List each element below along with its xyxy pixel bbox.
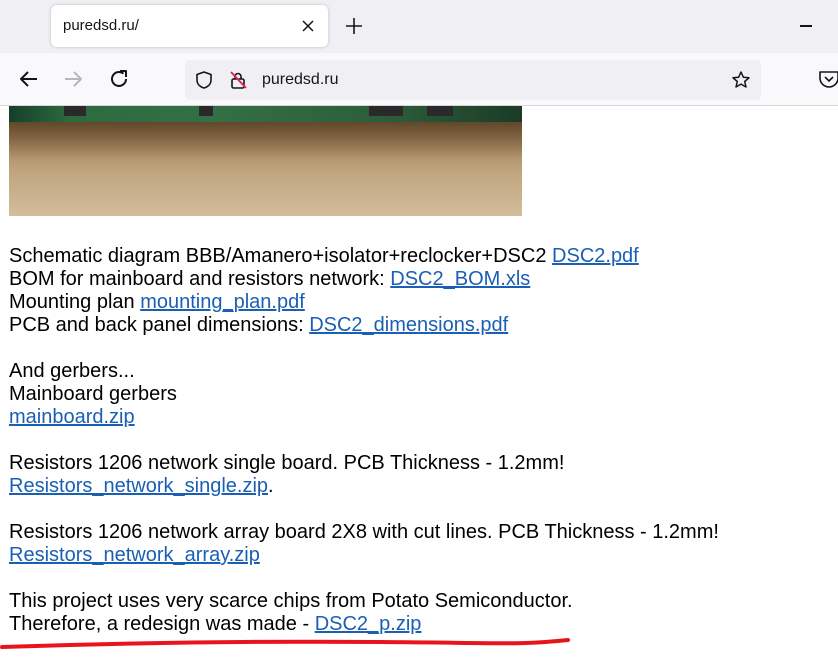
board-photo <box>9 106 522 216</box>
red-underline-annotation <box>0 638 570 649</box>
pcb-line: PCB and back panel dimensions: DSC2_dime… <box>9 314 719 337</box>
bom-link[interactable]: DSC2_BOM.xls <box>390 268 530 290</box>
shield-icon[interactable] <box>194 70 214 90</box>
bookmark-star-icon[interactable] <box>731 70 751 90</box>
forward-arrow-icon[interactable] <box>61 67 85 91</box>
schematic-line: Schematic diagram BBB/Amanero+isolator+r… <box>9 245 719 268</box>
single-board-text: Resistors 1206 network single board. PCB… <box>9 452 565 474</box>
insecure-lock-icon[interactable] <box>228 70 248 90</box>
pcb-text: PCB and back panel dimensions: <box>9 314 310 336</box>
array-board-text: Resistors 1206 network array board 2X8 w… <box>9 521 719 543</box>
single-board-line: Resistors_network_single.zip. <box>9 475 719 498</box>
bom-line: BOM for mainboard and resistors network:… <box>9 268 719 291</box>
new-tab-icon[interactable] <box>343 15 365 37</box>
component <box>64 106 86 116</box>
mainboard-gerbers-label: Mainboard gerbers <box>9 383 177 405</box>
gerbers-intro: And gerbers... <box>9 360 135 382</box>
single-board-suffix: . <box>268 475 274 497</box>
address-bar[interactable]: puredsd.ru <box>185 60 761 100</box>
potato-text: This project uses very scarce chips from… <box>9 590 573 612</box>
schematic-text: Schematic diagram BBB/Amanero+isolator+r… <box>9 245 553 267</box>
pocket-icon[interactable] <box>818 69 838 89</box>
mounting-text: Mounting plan <box>9 291 141 313</box>
mounting-link[interactable]: mounting_plan.pdf <box>140 291 305 313</box>
tab-title: puredsd.ru/ <box>63 17 139 34</box>
url-text[interactable]: puredsd.ru <box>262 71 339 89</box>
reload-icon[interactable] <box>107 67 131 91</box>
single-board-link[interactable]: Resistors_network_single.zip <box>9 475 268 497</box>
document-text: Schematic diagram BBB/Amanero+isolator+r… <box>9 245 719 636</box>
tab-strip: puredsd.ru/ <box>0 0 838 53</box>
array-board-link[interactable]: Resistors_network_array.zip <box>9 544 260 566</box>
mainboard-link[interactable]: mainboard.zip <box>9 406 135 428</box>
component <box>427 106 453 116</box>
minimize-window-icon[interactable] <box>800 25 812 27</box>
pcb-dimensions-link[interactable]: DSC2_dimensions.pdf <box>309 314 508 336</box>
back-arrow-icon[interactable] <box>17 67 41 91</box>
component <box>369 106 403 116</box>
close-tab-icon[interactable] <box>301 19 315 33</box>
bom-text: BOM for mainboard and resistors network: <box>9 268 391 290</box>
mainboard-line: mainboard.zip <box>9 406 719 429</box>
navigation-toolbar: puredsd.ru <box>0 53 838 106</box>
component <box>199 106 213 116</box>
array-board-line: Resistors_network_array.zip <box>9 544 719 567</box>
page-content: Schematic diagram BBB/Amanero+isolator+r… <box>0 106 838 657</box>
schematic-link[interactable]: DSC2.pdf <box>552 245 639 267</box>
browser-tab[interactable]: puredsd.ru/ <box>51 5 328 47</box>
mounting-line: Mounting plan mounting_plan.pdf <box>9 291 719 314</box>
photo-shadow <box>9 122 522 158</box>
